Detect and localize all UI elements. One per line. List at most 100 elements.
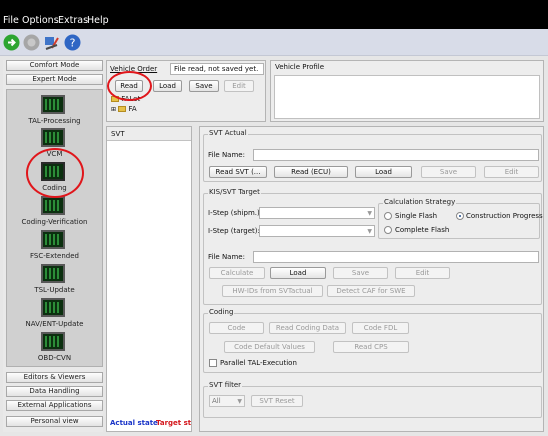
code-fdl-button[interactable]: Code FDL (352, 322, 409, 334)
target-state-label[interactable]: Target st (156, 419, 191, 427)
read-highlight-circle (107, 71, 152, 101)
construction-progress-radio[interactable] (456, 212, 464, 220)
file-name-label: File Name: (208, 151, 245, 159)
mode-label: TAL-Processing (28, 117, 81, 125)
folder-icon (118, 106, 127, 112)
calculation-strategy-group: Calculation Strategy Single Flash Constr… (378, 198, 543, 239)
read-cps-button[interactable]: Read CPS (333, 341, 409, 353)
parallel-tal-execution-label: Parallel TAL-Execution (220, 359, 297, 367)
expand-icon[interactable]: ⊞ (111, 106, 116, 113)
i-step-shipm-dropdown[interactable]: ▼ (259, 207, 375, 219)
svt-edit-button[interactable]: Edit (484, 166, 539, 178)
svt-filter-value: All (212, 397, 221, 405)
read-coding-data-button[interactable]: Read Coding Data (269, 322, 346, 334)
external-applications-button[interactable]: External Applications (6, 400, 103, 411)
mode-label: OBD-CVN (37, 354, 72, 362)
comfort-mode-button[interactable]: Comfort Mode (6, 60, 103, 71)
svt-save-button[interactable]: Save (421, 166, 476, 178)
svt-filter-group: SVT filter All ▼ SVT Reset (203, 381, 542, 418)
chevron-down-icon: ▼ (367, 228, 372, 235)
svt-actual-file-name-field[interactable] (253, 149, 539, 161)
complete-flash-radio[interactable] (384, 226, 392, 234)
ecu-monitor-icon (41, 298, 65, 317)
kis-svt-target-group: KIS/SVT Target I-Step (shipm.): ▼ I-Step… (203, 188, 543, 305)
coding-title: Coding (208, 308, 235, 316)
hw-ids-from-svtactual-button[interactable]: HW-IDs from SVTactual (222, 285, 323, 297)
ecu-monitor-icon (41, 230, 65, 249)
vehicle-order-status: File read, not saved yet. (170, 63, 264, 75)
chevron-down-icon: ▼ (237, 398, 242, 405)
toolbar: ? (0, 29, 548, 56)
main-panel: SVT Actual File Name: Read SVT (... Read… (199, 126, 544, 432)
calculate-button[interactable]: Calculate (209, 267, 265, 279)
help-icon[interactable]: ? (64, 34, 81, 51)
menu-file[interactable]: File (3, 15, 19, 26)
calculation-strategy-title: Calculation Strategy (383, 198, 457, 206)
code-button[interactable]: Code (209, 322, 264, 334)
mode-label: NAV/ENT-Update (25, 320, 84, 328)
svt-filter-dropdown[interactable]: All ▼ (209, 395, 245, 407)
mode-tal-processing[interactable]: TAL-Processing (7, 95, 102, 125)
actual-state-label[interactable]: Actual state (110, 419, 158, 427)
tree-item-fa[interactable]: ⊞ FA (111, 105, 137, 113)
save-button[interactable]: Save (189, 80, 219, 92)
expert-mode-button[interactable]: Expert Mode (6, 74, 103, 85)
svt-title: SVT (111, 130, 125, 138)
detect-caf-for-swe-button[interactable]: Detect CAF for SWE (327, 285, 415, 297)
tree-item-label: FA (128, 105, 137, 113)
single-flash-label: Single Flash (395, 212, 438, 220)
single-flash-radio[interactable] (384, 212, 392, 220)
data-handling-button[interactable]: Data Handling (6, 386, 103, 397)
target-load-button[interactable]: Load (270, 267, 326, 279)
parallel-tal-execution-checkbox[interactable] (209, 359, 217, 367)
i-step-target-label: I-Step (target): (208, 227, 260, 235)
target-edit-button[interactable]: Edit (395, 267, 450, 279)
personal-view-button[interactable]: Personal view (6, 416, 103, 427)
editors-viewers-button[interactable]: Editors & Viewers (6, 372, 103, 383)
mode-nav-ent-update[interactable]: NAV/ENT-Update (7, 298, 102, 328)
mode-tsl-update[interactable]: TSL-Update (7, 264, 102, 294)
ecu-monitor-icon (41, 95, 65, 114)
menu-help[interactable]: Help (87, 15, 109, 26)
edit-button[interactable]: Edit (224, 80, 254, 92)
ecu-monitor-icon (41, 264, 65, 283)
mode-fsc-extended[interactable]: FSC-Extended (7, 230, 102, 260)
ecu-monitor-icon (41, 332, 65, 351)
read-svt-button[interactable]: Read SVT (... (209, 166, 267, 178)
code-default-values-button[interactable]: Code Default Values (224, 341, 315, 353)
svt-panel: SVT Actual state Target st (106, 126, 192, 432)
green-arrow-icon[interactable] (3, 34, 20, 51)
read-ecu-button[interactable]: Read (ECU) (274, 166, 348, 178)
target-file-name-label: File Name: (208, 253, 245, 261)
svt-load-button[interactable]: Load (355, 166, 412, 178)
svt-header: SVT (107, 127, 191, 141)
mode-obd-cvn[interactable]: OBD-CVN (7, 332, 102, 362)
mode-coding-verification[interactable]: Coding-Verification (7, 196, 102, 226)
i-step-target-dropdown[interactable]: ▼ (259, 225, 375, 237)
sidebar: Comfort Mode Expert Mode TAL-Processing … (3, 60, 103, 432)
load-button[interactable]: Load (153, 80, 182, 92)
gray-circle-icon[interactable] (23, 34, 40, 51)
chevron-down-icon: ▼ (367, 210, 372, 217)
svt-reset-button[interactable]: SVT Reset (251, 395, 303, 407)
vehicle-tools-icon[interactable] (43, 34, 60, 51)
mode-label: TSL-Update (34, 286, 75, 294)
mode-label: Coding-Verification (21, 218, 88, 226)
vehicle-profile-title: Vehicle Profile (275, 63, 325, 71)
target-file-name-field[interactable] (253, 251, 539, 263)
coding-highlight-circle (26, 148, 84, 198)
target-save-button[interactable]: Save (333, 267, 388, 279)
kis-svt-target-title: KIS/SVT Target (208, 188, 261, 196)
menu-extras[interactable]: Extras (58, 15, 88, 26)
i-step-shipm-label: I-Step (shipm.): (208, 209, 263, 217)
svg-text:?: ? (70, 37, 76, 50)
menu-bar: File Options Extras Help (0, 0, 548, 29)
mode-label: FSC-Extended (29, 252, 79, 260)
coding-group: Coding Code Read Coding Data Code FDL Co… (203, 308, 542, 373)
svt-actual-group: SVT Actual File Name: Read SVT (... Read… (203, 129, 542, 182)
svt-actual-title: SVT Actual (208, 129, 248, 137)
menu-options[interactable]: Options (22, 15, 59, 26)
vehicle-profile-panel: Vehicle Profile (270, 60, 544, 122)
mode-list: TAL-Processing VCM Coding Coding-Verific… (6, 89, 103, 367)
vehicle-profile-view (274, 75, 540, 119)
